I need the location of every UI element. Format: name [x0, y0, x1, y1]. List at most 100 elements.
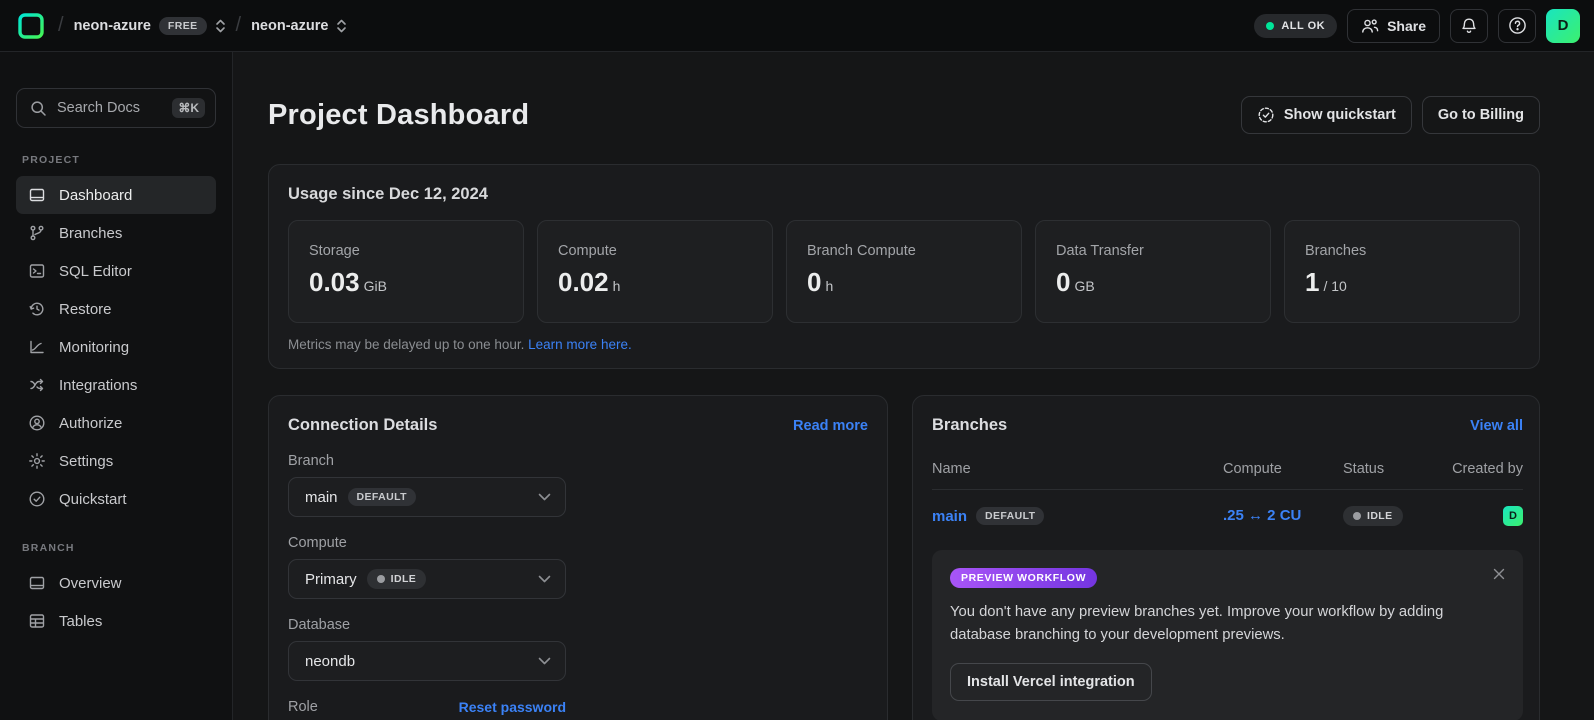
sidebar-item-restore[interactable]: Restore [16, 290, 216, 328]
sidebar-item-label: Restore [59, 301, 112, 318]
share-label: Share [1387, 18, 1426, 34]
database-select[interactable]: neondb [288, 641, 566, 681]
stat-tile-branch-compute: Branch Compute 0h [786, 220, 1022, 323]
branches-table-header: Name Compute Status Created by [932, 453, 1523, 490]
user-circle-icon [28, 414, 46, 432]
window-icon [28, 574, 46, 592]
branch-table-row[interactable]: main DEFAULT .25 ↔ 2 CU IDLE D [932, 490, 1523, 544]
git-branch-icon [28, 224, 46, 242]
stat-tile-branches: Branches 1/ 10 [1284, 220, 1520, 323]
user-avatar[interactable]: D [1546, 9, 1580, 43]
database-select-value: neondb [305, 653, 355, 670]
branch-select-value: main [305, 489, 338, 506]
search-shortcut-kbd: ⌘K [172, 98, 205, 118]
branch-select[interactable]: main DEFAULT [288, 477, 566, 517]
sidebar-item-label: Tables [59, 613, 102, 630]
stat-value: 0.03 [309, 267, 360, 297]
section-title-branch: BRANCH [22, 542, 216, 554]
branches-card: Branches View all Name Compute Status Cr… [912, 395, 1540, 720]
sidebar-item-branches[interactable]: Branches [16, 214, 216, 252]
stat-label: Branch Compute [807, 243, 1001, 259]
sidebar-item-integrations[interactable]: Integrations [16, 366, 216, 404]
preview-workflow-badge: PREVIEW WORKFLOW [950, 568, 1097, 588]
sidebar-item-label: Integrations [59, 377, 137, 394]
connection-details-card: Connection Details Read more Branch main… [268, 395, 888, 720]
branches-title: Branches [932, 416, 1007, 435]
chevron-updown-icon [336, 18, 347, 34]
stat-unit: h [825, 278, 833, 294]
reset-password-link[interactable]: Reset password [459, 699, 566, 715]
stat-unit: GiB [364, 278, 387, 294]
idle-dot [377, 575, 385, 583]
go-to-billing-label: Go to Billing [1438, 107, 1524, 123]
history-icon [28, 300, 46, 318]
branch-name-link[interactable]: main [932, 508, 967, 525]
column-created-by: Created by [1435, 461, 1523, 477]
read-more-link[interactable]: Read more [793, 418, 868, 434]
stat-unit: h [613, 278, 621, 294]
question-circle-icon [1508, 16, 1527, 35]
stat-tile-data-transfer: Data Transfer 0GB [1035, 220, 1271, 323]
search-placeholder: Search Docs [57, 100, 162, 116]
sidebar-item-label: SQL Editor [59, 263, 132, 280]
status-label: ALL OK [1281, 20, 1325, 32]
sidebar-item-sql-editor[interactable]: SQL Editor [16, 252, 216, 290]
stat-value: 1 [1305, 267, 1319, 297]
column-compute: Compute [1223, 461, 1343, 477]
show-quickstart-label: Show quickstart [1284, 107, 1396, 123]
search-docs-input[interactable]: Search Docs ⌘K [16, 88, 216, 128]
default-badge: DEFAULT [348, 488, 416, 506]
sidebar-item-label: Settings [59, 453, 113, 470]
dashboard-icon [28, 186, 46, 204]
sidebar-item-monitoring[interactable]: Monitoring [16, 328, 216, 366]
section-title-project: PROJECT [22, 154, 216, 166]
breadcrumb-project[interactable]: neon-azure [251, 18, 347, 34]
help-button[interactable] [1498, 9, 1536, 43]
bell-icon [1460, 17, 1478, 35]
connection-details-title: Connection Details [288, 416, 437, 435]
breadcrumb-org[interactable]: neon-azure FREE [74, 17, 226, 35]
plan-badge: FREE [159, 17, 207, 35]
stat-value: 0.02 [558, 267, 609, 297]
view-all-link[interactable]: View all [1470, 418, 1523, 434]
sidebar-item-tables[interactable]: Tables [16, 602, 216, 640]
sidebar-item-label: Branches [59, 225, 122, 242]
sidebar-item-quickstart[interactable]: Quickstart [16, 480, 216, 518]
org-name: neon-azure [74, 18, 151, 34]
compute-field-label: Compute [288, 535, 347, 551]
system-status-pill[interactable]: ALL OK [1254, 14, 1337, 38]
stat-unit: / 10 [1323, 278, 1346, 294]
compute-select-value: Primary [305, 571, 357, 588]
sidebar-item-settings[interactable]: Settings [16, 442, 216, 480]
sidebar-item-dashboard[interactable]: Dashboard [16, 176, 216, 214]
branch-field-label: Branch [288, 453, 334, 469]
terminal-icon [28, 262, 46, 280]
shuffle-arrows-icon [28, 376, 46, 394]
status-ok-dot [1266, 22, 1274, 30]
close-icon[interactable] [1491, 566, 1507, 582]
sidebar-item-authorize[interactable]: Authorize [16, 404, 216, 442]
project-name: neon-azure [251, 18, 328, 34]
notifications-button[interactable] [1450, 9, 1488, 43]
install-vercel-integration-button[interactable]: Install Vercel integration [950, 663, 1152, 701]
neon-logo[interactable] [14, 9, 48, 43]
stat-value: 0 [1056, 267, 1070, 297]
role-field-label: Role [288, 699, 318, 715]
show-quickstart-button[interactable]: Show quickstart [1241, 96, 1412, 134]
stat-label: Storage [309, 243, 503, 259]
main-content: Project Dashboard Show quickstart Go to … [233, 52, 1594, 720]
share-button[interactable]: Share [1347, 9, 1440, 43]
stat-label: Compute [558, 243, 752, 259]
sidebar-item-overview[interactable]: Overview [16, 564, 216, 602]
sidebar: Search Docs ⌘K PROJECT Dashboard Branche… [0, 52, 233, 720]
check-circle-icon [28, 490, 46, 508]
column-name: Name [932, 461, 1223, 477]
learn-more-link[interactable]: Learn more here. [528, 337, 632, 352]
gear-icon [28, 452, 46, 470]
sidebar-item-label: Monitoring [59, 339, 129, 356]
chevron-down-icon [538, 575, 551, 583]
usage-card: Usage since Dec 12, 2024 Storage 0.03GiB… [268, 164, 1540, 369]
compute-select[interactable]: Primary IDLE [288, 559, 566, 599]
go-to-billing-button[interactable]: Go to Billing [1422, 96, 1540, 134]
usage-title: Usage since Dec 12, 2024 [288, 185, 1520, 204]
